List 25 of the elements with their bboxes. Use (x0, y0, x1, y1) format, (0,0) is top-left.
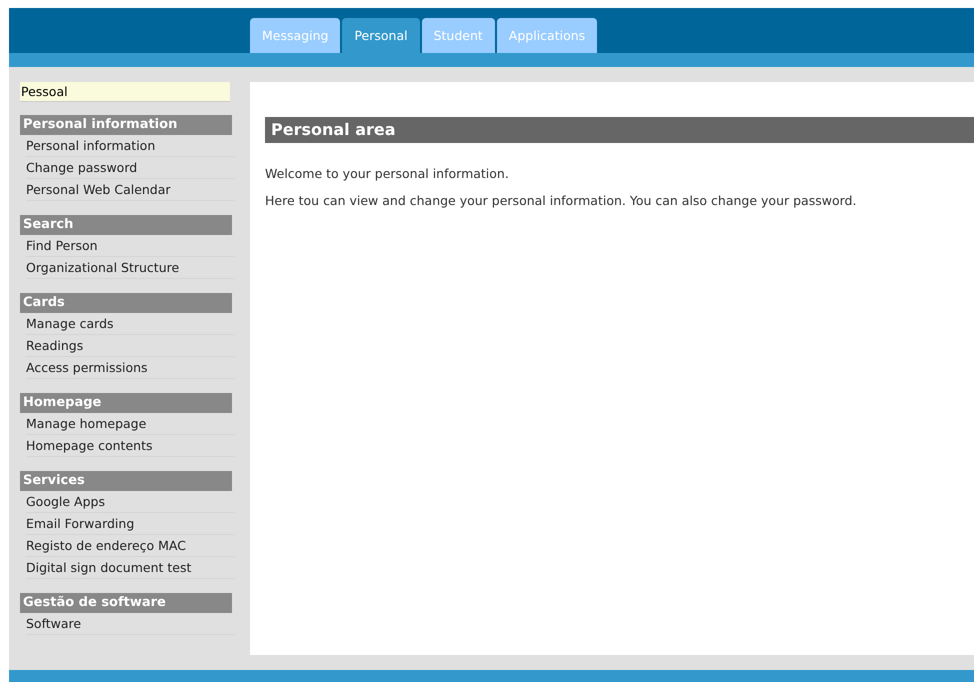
sidebar-link[interactable]: Digital sign document test (26, 557, 235, 579)
sidebar-title: Pessoal (20, 82, 230, 102)
sidebar-link[interactable]: Homepage contents (26, 435, 235, 457)
sidebar-link[interactable]: Registo de endereço MAC (26, 535, 235, 557)
sidebar-link[interactable]: Find Person (26, 235, 235, 257)
sidebar-link[interactable]: Organizational Structure (26, 257, 235, 279)
section-heading: Homepage (20, 393, 232, 413)
section-heading: Search (20, 215, 232, 235)
page-heading: Personal area (265, 117, 974, 143)
section-heading: Cards (20, 293, 232, 313)
sidebar-link[interactable]: Manage homepage (26, 413, 235, 435)
sidebar-link[interactable]: Readings (26, 335, 235, 357)
paragraph: Here tou can view and change your personal information. You can also change your password. (265, 192, 858, 210)
paragraph: Welcome to your personal information. (265, 165, 510, 183)
sidebar-link[interactable]: Change password (26, 157, 235, 179)
section-heading: Gestão de software (20, 593, 232, 613)
sidebar-link[interactable]: Personal Web Calendar (26, 179, 235, 201)
sidebar-link[interactable]: Email Forwarding (26, 513, 235, 535)
section-heading: Personal information (20, 115, 232, 135)
sidebar-link[interactable]: Access permissions (26, 357, 235, 379)
sidebar-link[interactable]: Software (26, 613, 235, 635)
section-heading: Services (20, 471, 232, 491)
sidebar-link[interactable]: Manage cards (26, 313, 235, 335)
sidebar-link[interactable]: Personal information (26, 135, 235, 157)
sidebar-link[interactable]: Google Apps (26, 491, 235, 513)
